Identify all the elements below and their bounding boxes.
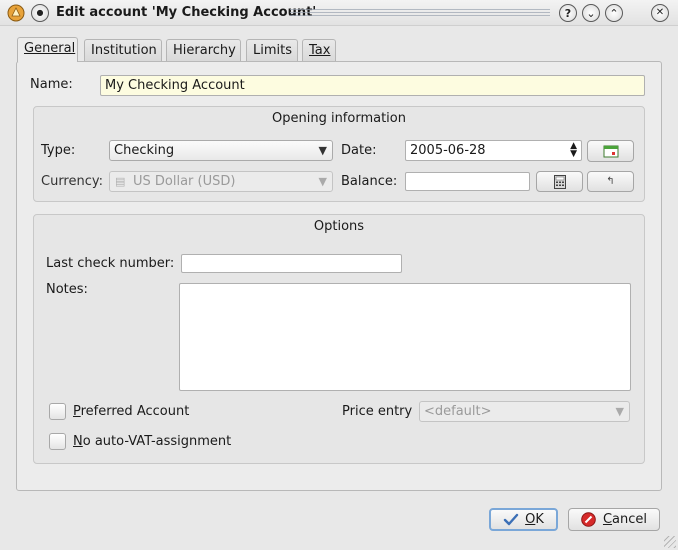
- chevron-up-icon: ⌃: [609, 6, 619, 20]
- group-title: Opening information: [272, 111, 406, 126]
- app-icon[interactable]: [7, 4, 25, 22]
- date-value: 2005-06-28: [410, 143, 486, 158]
- tab-limits[interactable]: Limits: [246, 39, 298, 61]
- type-value: Checking: [114, 143, 175, 158]
- tab-label: Limits: [253, 43, 292, 58]
- tab-label: Hierarchy: [173, 43, 236, 58]
- calculator-icon: [553, 174, 566, 189]
- date-label: Date:: [341, 143, 377, 158]
- cancel-button[interactable]: Cancel: [568, 508, 660, 531]
- label-rest: K: [535, 512, 544, 527]
- name-value: My Checking Account: [105, 78, 245, 93]
- type-select[interactable]: Checking ▼: [109, 140, 333, 161]
- name-label: Name:: [30, 77, 73, 92]
- calculator-button[interactable]: [536, 171, 583, 192]
- tab-general[interactable]: General: [17, 37, 78, 62]
- preferred-account-label[interactable]: Preferred Account: [73, 404, 189, 419]
- chevron-down-icon: ⌄: [586, 6, 596, 20]
- currency-label: Currency:: [41, 174, 104, 189]
- balance-label: Balance:: [341, 174, 398, 189]
- date-field[interactable]: 2005-06-28 ▲ ▼: [405, 140, 582, 161]
- balance-field[interactable]: [405, 172, 530, 191]
- no-auto-vat-label[interactable]: No auto-VAT-assignment: [73, 434, 231, 449]
- undo-icon: ↰: [606, 176, 615, 187]
- tab-institution[interactable]: Institution: [84, 39, 162, 61]
- notes-label: Notes:: [46, 282, 88, 297]
- help-button[interactable]: ?: [559, 4, 577, 22]
- price-entry-value: <default>: [424, 404, 492, 419]
- close-icon: ✕: [655, 7, 665, 18]
- tab-hierarchy[interactable]: Hierarchy: [166, 39, 241, 61]
- tab-label: General: [24, 41, 76, 56]
- mnemonic: P: [73, 404, 81, 419]
- currency-select[interactable]: ▤ US Dollar (USD) ▼: [109, 171, 333, 192]
- last-check-number-label: Last check number:: [46, 256, 175, 271]
- chevron-down-icon: ▼: [318, 175, 327, 188]
- resize-grip[interactable]: [664, 536, 676, 548]
- mnemonic: N: [73, 434, 83, 449]
- price-entry-label: Price entry: [342, 404, 413, 419]
- calendar-icon: [603, 145, 618, 158]
- maximize-button[interactable]: ⌃: [605, 4, 623, 22]
- group-title: Options: [313, 219, 365, 234]
- price-entry-select[interactable]: <default> ▼: [419, 401, 630, 422]
- coins-icon: ▤: [115, 175, 126, 188]
- notes-textarea[interactable]: [179, 283, 631, 391]
- type-label: Type:: [41, 143, 76, 158]
- label-rest: referred Account: [80, 404, 190, 419]
- title-decoration: [290, 9, 550, 18]
- last-check-number-field[interactable]: [181, 254, 402, 273]
- label-rest: ancel: [612, 512, 648, 527]
- spin-icon[interactable]: ▲ ▼: [570, 142, 577, 159]
- button-label: OK: [525, 512, 544, 527]
- window-title: Edit account 'My Checking Account': [56, 5, 317, 20]
- tab-label: Tax: [309, 43, 331, 58]
- preferred-account-checkbox[interactable]: [49, 403, 66, 420]
- button-label: Cancel: [603, 512, 647, 527]
- dot-icon: ●: [36, 8, 44, 17]
- window-menu-button[interactable]: ●: [31, 4, 49, 22]
- help-icon: ?: [564, 6, 572, 20]
- name-field[interactable]: My Checking Account: [100, 75, 645, 96]
- close-button[interactable]: ✕: [651, 4, 669, 22]
- calendar-button[interactable]: [587, 140, 634, 162]
- label-rest: o auto-VAT-assignment: [82, 434, 232, 449]
- tab-tax[interactable]: Tax: [302, 39, 336, 61]
- checkmark-icon: [503, 513, 519, 525]
- currency-value: US Dollar (USD): [133, 174, 236, 189]
- chevron-down-icon: ▼: [615, 405, 624, 418]
- reset-balance-button[interactable]: ↰: [587, 171, 634, 192]
- ok-button[interactable]: OK: [489, 508, 558, 531]
- cancel-icon: [581, 512, 596, 527]
- chevron-down-icon: ▼: [318, 144, 327, 157]
- minimize-button[interactable]: ⌄: [582, 4, 600, 22]
- tab-label: Institution: [91, 43, 157, 58]
- mnemonic: O: [525, 512, 536, 527]
- mnemonic: C: [602, 512, 613, 527]
- no-auto-vat-checkbox[interactable]: [49, 433, 66, 450]
